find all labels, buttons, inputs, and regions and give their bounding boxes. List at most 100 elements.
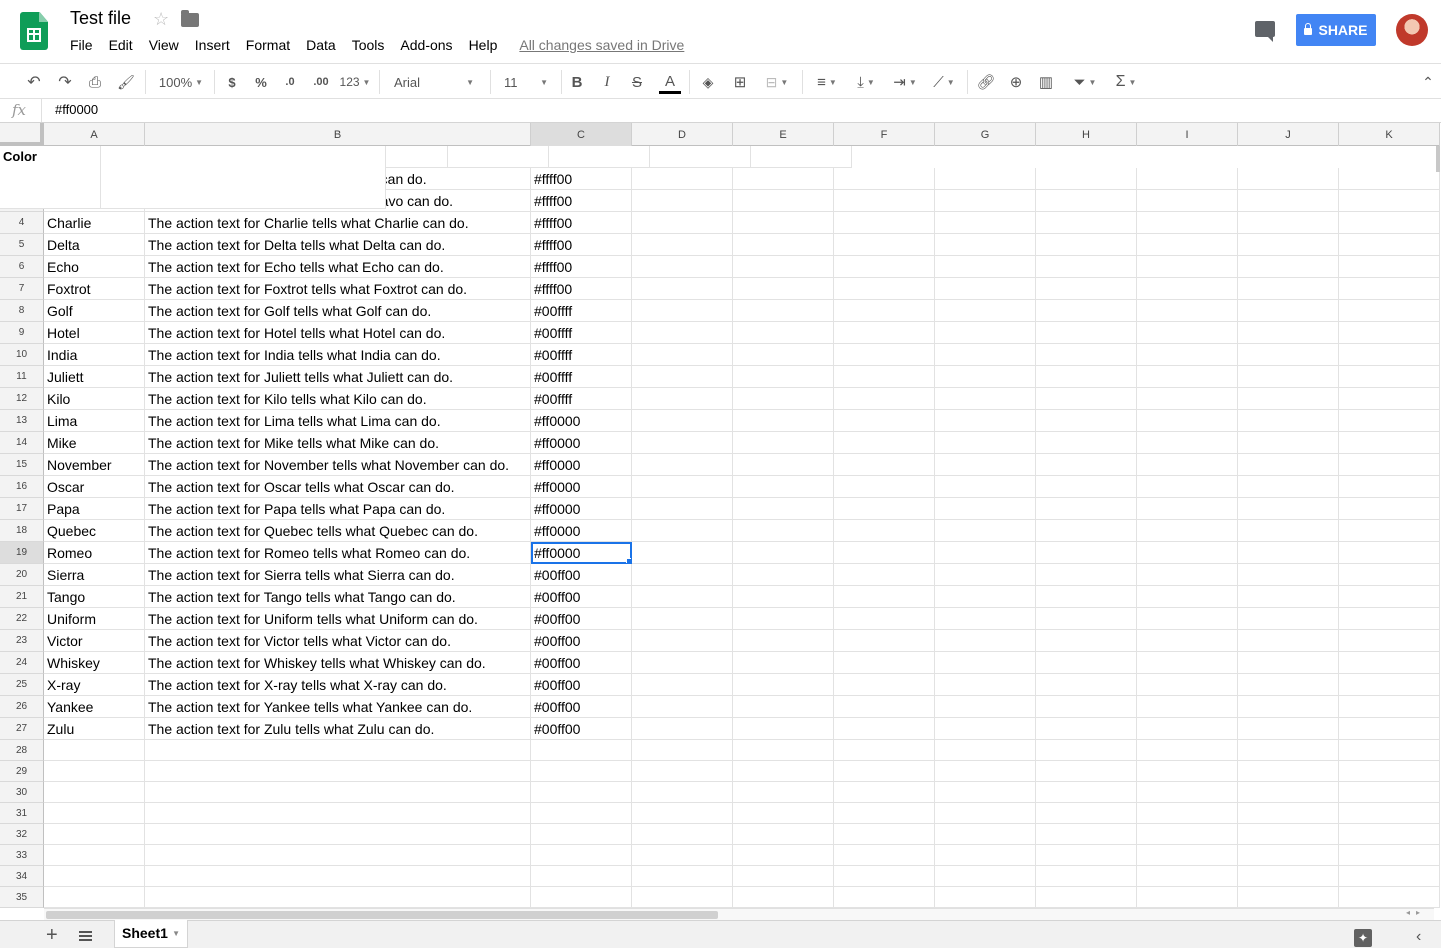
- currency-format-button[interactable]: $: [224, 72, 240, 92]
- grid-cell[interactable]: [935, 564, 1036, 586]
- grid-cell[interactable]: [1036, 388, 1137, 410]
- grid-cell[interactable]: [531, 803, 632, 824]
- grid-cell[interactable]: Oscar: [44, 476, 145, 498]
- menu-view[interactable]: View: [141, 36, 187, 56]
- horizontal-align-icon[interactable]: ≡ ▼: [812, 72, 842, 92]
- grid-cell[interactable]: #00ffff: [531, 366, 632, 388]
- decrease-decimal-button[interactable]: .0: [281, 72, 299, 92]
- grid-cell[interactable]: [448, 146, 549, 168]
- row-header[interactable]: 9: [0, 322, 44, 344]
- grid-cell[interactable]: [834, 740, 935, 761]
- row-header[interactable]: 20: [0, 564, 44, 586]
- grid-cell[interactable]: [632, 410, 733, 432]
- grid-cell[interactable]: [733, 887, 834, 908]
- grid-cell[interactable]: [1137, 866, 1238, 887]
- grid-cell[interactable]: [733, 761, 834, 782]
- grid-cell[interactable]: #ffff00: [531, 190, 632, 212]
- grid-cell[interactable]: #00ff00: [531, 630, 632, 652]
- grid-cell[interactable]: [935, 454, 1036, 476]
- grid-cell[interactable]: #00ff00: [531, 652, 632, 674]
- saved-status-link[interactable]: All changes saved in Drive: [519, 36, 684, 56]
- grid-cell[interactable]: Juliett: [44, 366, 145, 388]
- grid-cell[interactable]: [935, 322, 1036, 344]
- grid-cell[interactable]: [834, 168, 935, 190]
- grid-cell[interactable]: [1238, 300, 1339, 322]
- grid-cell[interactable]: [531, 887, 632, 908]
- grid-cell[interactable]: [733, 344, 834, 366]
- column-header[interactable]: B: [145, 123, 531, 146]
- grid-cell[interactable]: [632, 740, 733, 761]
- avatar[interactable]: [1396, 14, 1428, 46]
- collapse-menus-icon[interactable]: ⌃: [1418, 72, 1438, 92]
- grid-cell[interactable]: The action text for Oscar tells what Osc…: [145, 476, 531, 498]
- grid-cell[interactable]: [1238, 803, 1339, 824]
- menu-tools[interactable]: Tools: [344, 36, 393, 56]
- grid-cell[interactable]: [632, 866, 733, 887]
- grid-cell[interactable]: Color: [0, 146, 101, 209]
- grid-cell[interactable]: [531, 740, 632, 761]
- undo-icon[interactable]: ↶: [24, 72, 44, 92]
- grid-cell[interactable]: [1036, 432, 1137, 454]
- grid-cell[interactable]: November: [44, 454, 145, 476]
- grid-cell[interactable]: [531, 824, 632, 845]
- grid-cell[interactable]: [733, 388, 834, 410]
- grid-cell[interactable]: [1339, 520, 1440, 542]
- grid-cell[interactable]: [1137, 520, 1238, 542]
- grid-cell[interactable]: The action text for Quebec tells what Qu…: [145, 520, 531, 542]
- grid-cell[interactable]: [1036, 344, 1137, 366]
- comment-icon[interactable]: [1255, 21, 1275, 42]
- grid-cell[interactable]: The action text for Uniform tells what U…: [145, 608, 531, 630]
- grid-cell[interactable]: [145, 866, 531, 887]
- grid-cell[interactable]: [935, 586, 1036, 608]
- grid-cell[interactable]: [1339, 740, 1440, 761]
- grid-cell[interactable]: [834, 608, 935, 630]
- grid-cell[interactable]: #ffff00: [531, 168, 632, 190]
- grid-cell[interactable]: [733, 674, 834, 696]
- grid-cell[interactable]: The action text for Zulu tells what Zulu…: [145, 718, 531, 740]
- grid-cell[interactable]: [632, 476, 733, 498]
- grid-cell[interactable]: [632, 630, 733, 652]
- row-header[interactable]: 25: [0, 674, 44, 696]
- grid-cell[interactable]: The action text for Mike tells what Mike…: [145, 432, 531, 454]
- grid-cell[interactable]: [632, 803, 733, 824]
- grid-cell[interactable]: [935, 782, 1036, 803]
- row-header[interactable]: 5: [0, 234, 44, 256]
- grid-cell[interactable]: [1036, 696, 1137, 718]
- grid-cell[interactable]: Whiskey: [44, 652, 145, 674]
- grid-cell[interactable]: #ff0000: [531, 498, 632, 520]
- grid-cell[interactable]: [1036, 740, 1137, 761]
- grid-cell[interactable]: [935, 498, 1036, 520]
- grid-cell[interactable]: [935, 740, 1036, 761]
- menu-edit[interactable]: Edit: [101, 36, 141, 56]
- grid-cell[interactable]: [733, 824, 834, 845]
- grid-cell[interactable]: Hotel: [44, 322, 145, 344]
- grid-cell[interactable]: [632, 718, 733, 740]
- grid-cell[interactable]: [1238, 887, 1339, 908]
- grid-cell[interactable]: [1339, 498, 1440, 520]
- vertical-align-icon[interactable]: ⤓ ▼: [851, 72, 881, 92]
- grid-cell[interactable]: [145, 782, 531, 803]
- grid-cell[interactable]: [1238, 542, 1339, 564]
- menu-format[interactable]: Format: [238, 36, 298, 56]
- grid-cell[interactable]: [935, 300, 1036, 322]
- fill-color-icon[interactable]: ◈: [698, 72, 718, 92]
- grid-cell[interactable]: [1036, 168, 1137, 190]
- grid-cell[interactable]: [531, 761, 632, 782]
- insert-link-icon[interactable]: 🔗︎: [976, 72, 996, 92]
- grid-cell[interactable]: [935, 278, 1036, 300]
- grid-cell[interactable]: [44, 782, 145, 803]
- grid-cell[interactable]: #00ffff: [531, 322, 632, 344]
- row-header[interactable]: 8: [0, 300, 44, 322]
- grid-cell[interactable]: [834, 388, 935, 410]
- grid-cell[interactable]: The action text for Hotel tells what Hot…: [145, 322, 531, 344]
- grid-cell[interactable]: [632, 761, 733, 782]
- row-header[interactable]: 26: [0, 696, 44, 718]
- scrollbar-thumb[interactable]: [46, 911, 718, 919]
- grid-cell[interactable]: [1339, 887, 1440, 908]
- grid-cell[interactable]: [733, 782, 834, 803]
- grid-cell[interactable]: [1036, 278, 1137, 300]
- grid-cell[interactable]: [1036, 564, 1137, 586]
- menu-addons[interactable]: Add-ons: [392, 36, 460, 56]
- grid-cell[interactable]: [1137, 454, 1238, 476]
- grid-cell[interactable]: [834, 586, 935, 608]
